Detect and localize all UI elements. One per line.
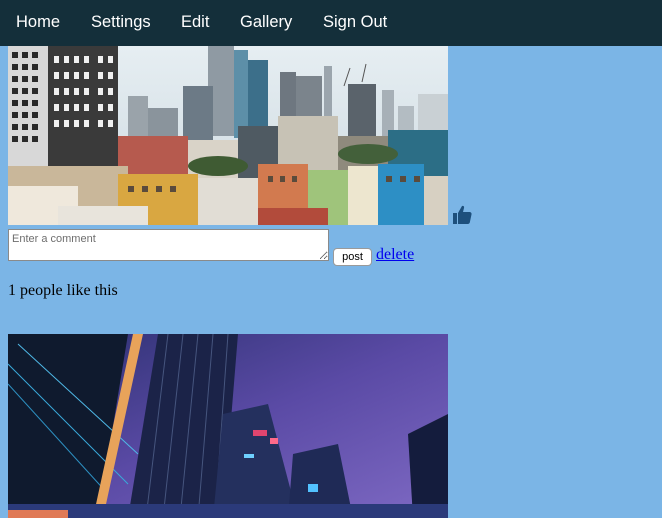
nav-home[interactable]: Home	[16, 0, 60, 46]
thumbs-up-icon[interactable]	[451, 204, 473, 226]
post-comment-button[interactable]: post	[333, 248, 372, 266]
comment-input[interactable]	[8, 229, 329, 261]
likes-count-text: 1 people like this	[8, 282, 118, 299]
post-photo-city-night	[8, 334, 448, 518]
city-night-image	[8, 334, 448, 518]
city-skyline-image	[8, 46, 448, 225]
nav-gallery[interactable]: Gallery	[240, 0, 292, 46]
top-navbar: Home Settings Edit Gallery Sign Out	[0, 0, 662, 46]
delete-post-link[interactable]: delete	[376, 246, 414, 264]
nav-settings[interactable]: Settings	[91, 0, 151, 46]
nav-edit[interactable]: Edit	[181, 0, 209, 46]
post-photo-city-skyline	[8, 46, 448, 225]
nav-sign-out[interactable]: Sign Out	[323, 0, 387, 46]
